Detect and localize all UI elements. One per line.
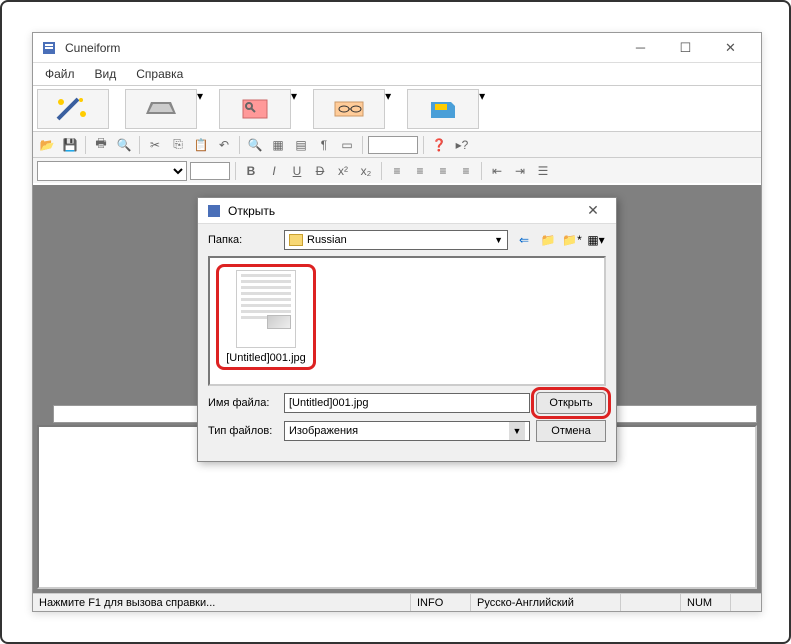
copy-icon[interactable]: ⎘ bbox=[168, 135, 188, 155]
minimize-button[interactable]: ─ bbox=[618, 34, 663, 62]
align-left-icon[interactable]: ≡ bbox=[387, 161, 407, 181]
superscript-icon[interactable]: x² bbox=[333, 161, 353, 181]
bold-icon[interactable]: B bbox=[241, 161, 261, 181]
filename-label: Имя файла: bbox=[208, 397, 278, 409]
separator bbox=[235, 162, 236, 180]
separator bbox=[239, 136, 240, 154]
titlebar: Cuneiform ─ ☐ ✕ bbox=[33, 33, 761, 63]
open-image-button[interactable] bbox=[219, 89, 291, 129]
folder-label: Папка: bbox=[208, 234, 278, 246]
dialog-close-button[interactable]: ✕ bbox=[578, 202, 608, 219]
status-hint: Нажмите F1 для вызова справки... bbox=[33, 594, 411, 611]
nav-icons: ⇐ 📁 📁* ▦▾ bbox=[514, 230, 606, 250]
open-image-dropdown[interactable]: ▾ bbox=[291, 89, 297, 129]
toolbar-format: B I U D x² x₂ ≡ ≡ ≡ ≡ ⇤ ⇥ ☰ bbox=[33, 157, 761, 183]
window-title: Cuneiform bbox=[65, 41, 618, 55]
status-info: INFO bbox=[411, 594, 471, 611]
save-dropdown[interactable]: ▾ bbox=[479, 89, 485, 129]
open-dialog: Открыть ✕ Папка: Russian ▼ ⇐ 📁 📁* ▦▾ bbox=[197, 197, 617, 462]
window-controls: ─ ☐ ✕ bbox=[618, 34, 753, 62]
status-num: NUM bbox=[681, 594, 731, 611]
status-language: Русско-Английский bbox=[471, 594, 621, 611]
cut-icon[interactable]: ✂ bbox=[145, 135, 165, 155]
align-justify-icon[interactable]: ≡ bbox=[456, 161, 476, 181]
back-icon[interactable]: ⇐ bbox=[514, 230, 534, 250]
file-list[interactable]: [Untitled]001.jpg bbox=[208, 256, 606, 386]
find-icon[interactable]: 🔍 bbox=[245, 135, 265, 155]
print-icon[interactable]: 🖶 bbox=[91, 135, 111, 155]
indent-right-icon[interactable]: ⇥ bbox=[510, 161, 530, 181]
font-size-input[interactable] bbox=[190, 162, 230, 180]
menu-help[interactable]: Справка bbox=[128, 65, 191, 83]
status-scrl bbox=[731, 594, 761, 611]
open-button[interactable]: Открыть bbox=[536, 392, 606, 414]
subscript-icon[interactable]: x₂ bbox=[356, 161, 376, 181]
menubar: Файл Вид Справка bbox=[33, 63, 761, 85]
menu-file[interactable]: Файл bbox=[37, 65, 83, 83]
dialog-body: Папка: Russian ▼ ⇐ 📁 📁* ▦▾ bbox=[198, 224, 616, 454]
statusbar: Нажмите F1 для вызова справки... INFO Ру… bbox=[33, 593, 761, 611]
separator bbox=[481, 162, 482, 180]
italic-icon[interactable]: I bbox=[264, 161, 284, 181]
separator bbox=[381, 162, 382, 180]
font-select[interactable] bbox=[37, 161, 187, 181]
align-right-icon[interactable]: ≡ bbox=[433, 161, 453, 181]
zoom-input[interactable] bbox=[368, 136, 418, 154]
folder-select[interactable]: Russian ▼ bbox=[284, 230, 508, 250]
context-help-icon[interactable]: ▸? bbox=[452, 135, 472, 155]
dialog-icon bbox=[206, 203, 222, 219]
table-icon[interactable]: ▦ bbox=[268, 135, 288, 155]
dialog-titlebar: Открыть ✕ bbox=[198, 198, 616, 224]
dropdown-arrow-icon: ▼ bbox=[509, 422, 525, 440]
separator bbox=[362, 136, 363, 154]
filetype-value: Изображения bbox=[289, 425, 358, 437]
toolbar-standard: 📂 💾 🖶 🔍 ✂ ⎘ 📋 ↶ 🔍 ▦ ▤ ¶ ▭ ❓ ▸? bbox=[33, 131, 761, 157]
indent-left-icon[interactable]: ⇤ bbox=[487, 161, 507, 181]
up-folder-icon[interactable]: 📁 bbox=[538, 230, 558, 250]
dialog-title: Открыть bbox=[228, 204, 578, 218]
help-icon[interactable]: ❓ bbox=[429, 135, 449, 155]
new-folder-icon[interactable]: 📁* bbox=[562, 230, 582, 250]
grid-icon[interactable]: ▤ bbox=[291, 135, 311, 155]
separator bbox=[423, 136, 424, 154]
paste-icon[interactable]: 📋 bbox=[191, 135, 211, 155]
close-button[interactable]: ✕ bbox=[708, 34, 753, 62]
open-icon[interactable]: 📂 bbox=[37, 135, 57, 155]
separator bbox=[139, 136, 140, 154]
filename-input[interactable] bbox=[284, 393, 530, 413]
wizard-button[interactable] bbox=[37, 89, 109, 129]
filetype-label: Тип файлов: bbox=[208, 425, 278, 437]
folder-icon bbox=[289, 234, 303, 246]
undo-icon[interactable]: ↶ bbox=[214, 135, 234, 155]
view-menu-icon[interactable]: ▦▾ bbox=[586, 230, 606, 250]
scanner-button[interactable] bbox=[125, 89, 197, 129]
align-center-icon[interactable]: ≡ bbox=[410, 161, 430, 181]
file-name-label: [Untitled]001.jpg bbox=[222, 352, 310, 364]
maximize-button[interactable]: ☐ bbox=[663, 34, 708, 62]
recognize-button[interactable] bbox=[313, 89, 385, 129]
menu-view[interactable]: Вид bbox=[87, 65, 125, 83]
paragraph-icon[interactable]: ¶ bbox=[314, 135, 334, 155]
strike-icon[interactable]: D bbox=[310, 161, 330, 181]
separator bbox=[85, 136, 86, 154]
file-thumbnail bbox=[236, 270, 296, 348]
dropdown-arrow-icon: ▼ bbox=[494, 235, 503, 245]
file-item[interactable]: [Untitled]001.jpg bbox=[216, 264, 316, 370]
folder-name: Russian bbox=[307, 234, 347, 246]
layout-icon[interactable]: ▭ bbox=[337, 135, 357, 155]
save-icon[interactable]: 💾 bbox=[60, 135, 80, 155]
recognize-dropdown[interactable]: ▾ bbox=[385, 89, 391, 129]
app-icon bbox=[41, 40, 57, 56]
list-icon[interactable]: ☰ bbox=[533, 161, 553, 181]
underline-icon[interactable]: U bbox=[287, 161, 307, 181]
toolbar-main: ▾ ▾ ▾ ▾ bbox=[33, 85, 761, 131]
scanner-dropdown[interactable]: ▾ bbox=[197, 89, 203, 129]
filetype-select[interactable]: Изображения ▼ bbox=[284, 421, 530, 441]
cancel-button[interactable]: Отмена bbox=[536, 420, 606, 442]
save-button[interactable] bbox=[407, 89, 479, 129]
preview-icon[interactable]: 🔍 bbox=[114, 135, 134, 155]
status-caps bbox=[621, 594, 681, 611]
